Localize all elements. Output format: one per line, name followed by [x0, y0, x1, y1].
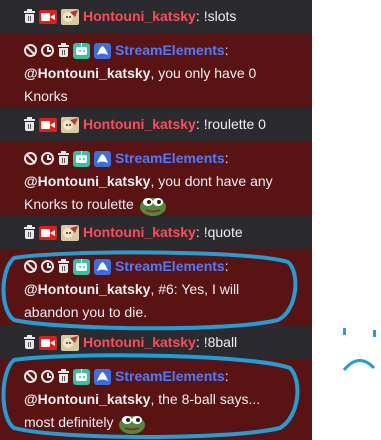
mod-actions: [24, 116, 79, 133]
timeout-icon[interactable]: [41, 152, 54, 165]
ban-icon[interactable]: [24, 152, 37, 165]
chat-message: Hontouni_katsky: !quote: [0, 216, 312, 249]
verified-icon: [94, 150, 111, 167]
chat-message: Hontouni_katsky: !8ball: [0, 326, 312, 359]
robot-icon: [73, 42, 90, 59]
mention[interactable]: @Hontouni_katsky: [24, 173, 150, 189]
mention[interactable]: @Hontouni_katsky: [24, 391, 150, 407]
chat-log: Hontouni_katsky: !slots StreamElements: …: [0, 0, 312, 440]
mod-actions: [24, 150, 111, 167]
username[interactable]: StreamElements: [115, 365, 225, 388]
mention[interactable]: @Hontouni_katsky: [24, 281, 150, 297]
broadcaster-icon: [39, 9, 57, 24]
separator: :: [195, 224, 200, 240]
message-text: , #6: Yes, I will: [150, 281, 240, 297]
message-text: Knorks to roulette: [24, 196, 134, 212]
message-text: , the 8-ball says...: [150, 391, 261, 407]
broadcaster-icon: [39, 225, 57, 240]
message-text: !slots: [203, 8, 237, 24]
timeout-icon[interactable]: [41, 44, 54, 57]
trash-icon[interactable]: [24, 117, 35, 131]
trash-icon[interactable]: [58, 43, 69, 57]
separator: :: [224, 258, 229, 274]
chat-message: StreamElements: @Hontouni_katsky, the 8-…: [0, 359, 312, 440]
avatar-icon: [61, 334, 79, 351]
mod-actions: [24, 8, 79, 25]
mod-actions: [24, 368, 111, 385]
chat-message: StreamElements: @Hontouni_katsky, #6: Ye…: [0, 249, 312, 326]
trash-icon[interactable]: [58, 369, 69, 383]
pepe-emote-icon[interactable]: [117, 411, 147, 435]
trash-icon[interactable]: [24, 335, 35, 349]
trash-icon[interactable]: [58, 259, 69, 273]
username[interactable]: StreamElements: [115, 255, 225, 278]
mod-actions: [24, 258, 111, 275]
avatar-icon: [61, 8, 79, 25]
username[interactable]: Hontouni_katsky: [83, 221, 196, 244]
broadcaster-icon: [39, 335, 57, 350]
username[interactable]: StreamElements: [115, 147, 225, 170]
mod-actions: [24, 42, 111, 59]
mod-actions: [24, 224, 79, 241]
separator: :: [224, 150, 229, 166]
message-text: abandon you to die.: [24, 304, 147, 320]
sad-face-icon: [342, 328, 376, 371]
verified-icon: [94, 258, 111, 275]
chat-message: Hontouni_katsky: !roulette 0: [0, 108, 312, 141]
chat-message: StreamElements: @Hontouni_katsky, you do…: [0, 141, 312, 217]
message-text: !8ball: [203, 334, 238, 350]
username[interactable]: StreamElements: [115, 39, 225, 62]
mod-actions: [24, 334, 79, 351]
separator: :: [195, 334, 200, 350]
message-text: most definitely: [24, 414, 114, 430]
separator: :: [224, 42, 229, 58]
separator: :: [195, 116, 200, 132]
separator: :: [195, 8, 200, 24]
avatar-icon: [61, 224, 79, 241]
chat-message: StreamElements: @Hontouni_katsky, you on…: [0, 33, 312, 108]
message-text: Knorks: [24, 88, 68, 104]
broadcaster-icon: [39, 117, 57, 132]
ban-icon[interactable]: [24, 370, 37, 383]
message-text: , you only have 0: [150, 65, 257, 81]
username[interactable]: Hontouni_katsky: [83, 331, 196, 354]
robot-icon: [73, 258, 90, 275]
message-text: , you dont have any: [150, 173, 273, 189]
timeout-icon[interactable]: [41, 260, 54, 273]
pepe-emote-icon[interactable]: [138, 193, 168, 217]
trash-icon[interactable]: [24, 9, 35, 23]
avatar-icon: [61, 116, 79, 133]
message-text: !quote: [203, 224, 243, 240]
verified-icon: [94, 368, 111, 385]
username[interactable]: Hontouni_katsky: [83, 5, 196, 28]
username[interactable]: Hontouni_katsky: [83, 113, 196, 136]
verified-icon: [94, 42, 111, 59]
mention[interactable]: @Hontouni_katsky: [24, 65, 150, 81]
timeout-icon[interactable]: [41, 370, 54, 383]
ban-icon[interactable]: [24, 44, 37, 57]
robot-icon: [73, 150, 90, 167]
message-text: !roulette 0: [203, 116, 266, 132]
trash-icon[interactable]: [24, 225, 35, 239]
ban-icon[interactable]: [24, 260, 37, 273]
trash-icon[interactable]: [58, 151, 69, 165]
robot-icon: [73, 368, 90, 385]
chat-message: Hontouni_katsky: !slots: [0, 0, 312, 33]
separator: :: [224, 368, 229, 384]
